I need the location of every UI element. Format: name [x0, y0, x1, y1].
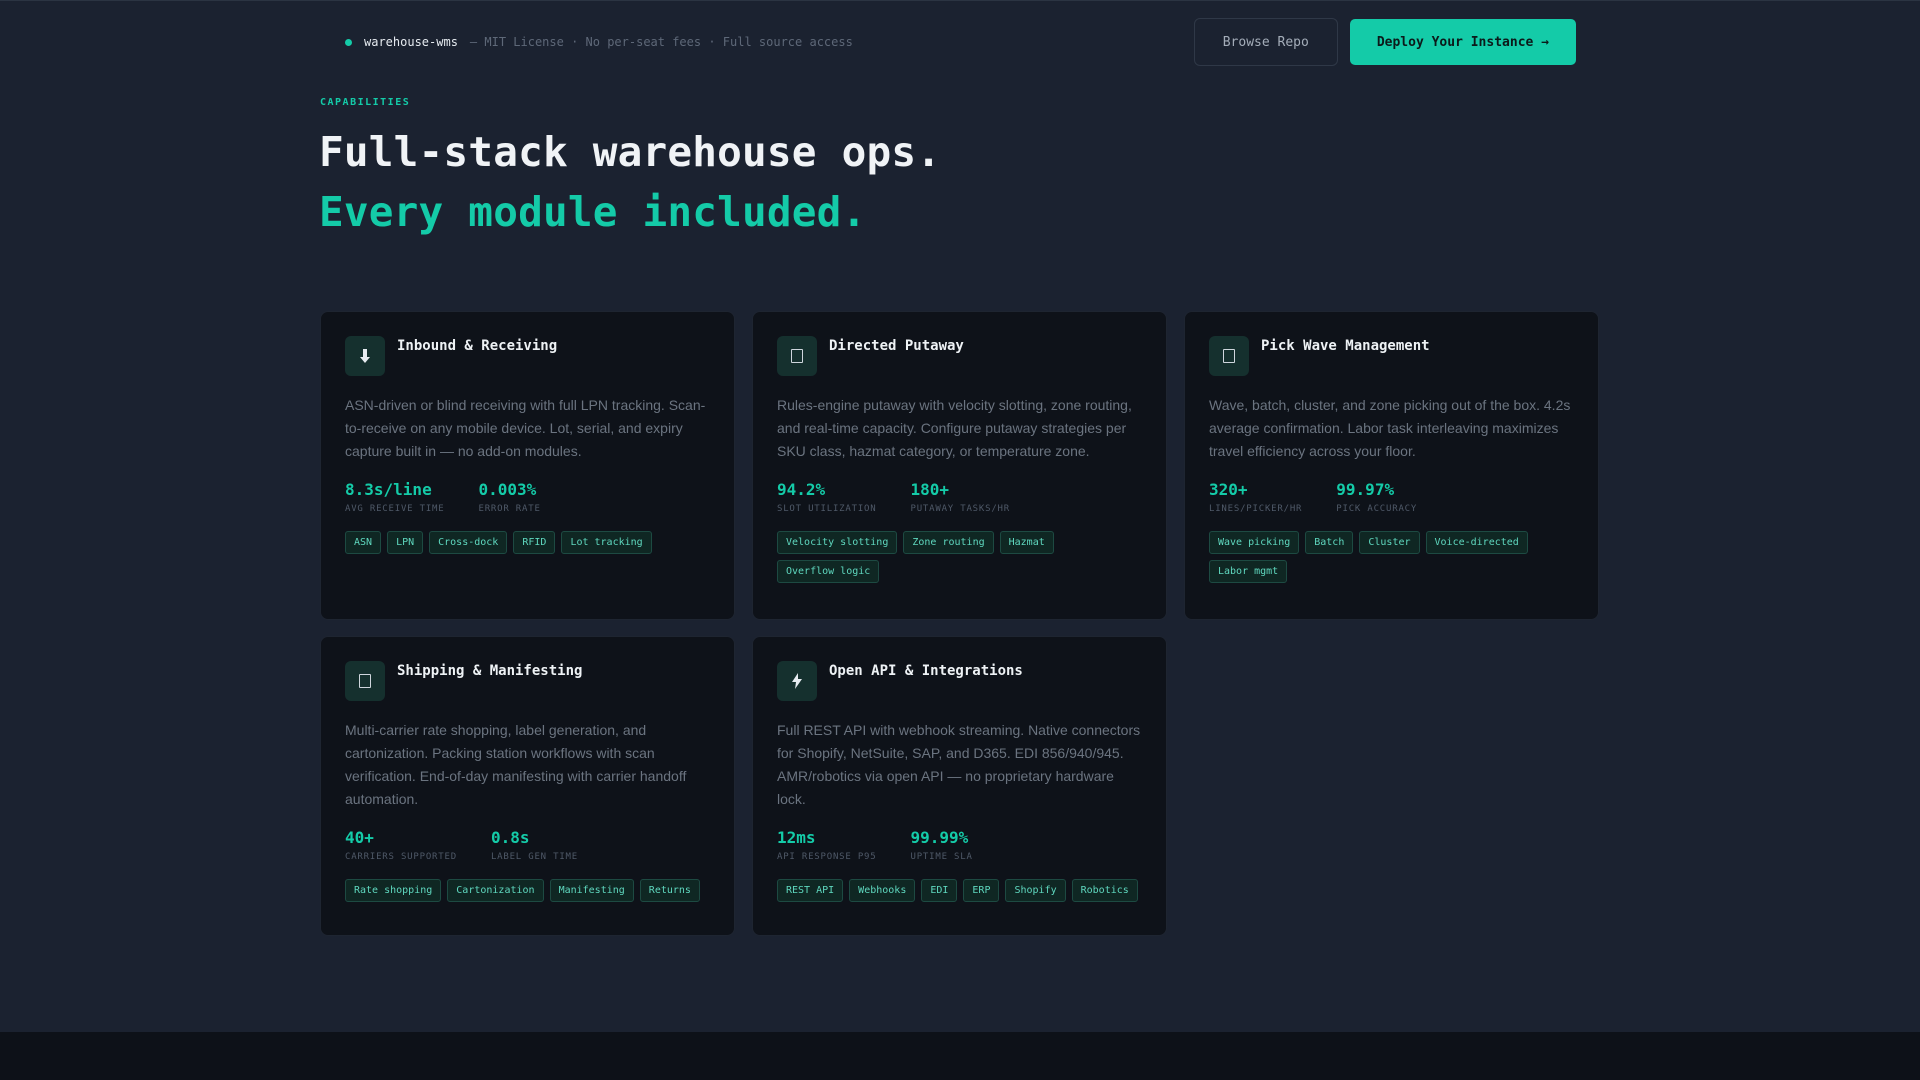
tag: Cartonization [447, 879, 544, 902]
top-bar: warehouse-wms — MIT License · No per-sea… [320, 18, 1576, 66]
card-description: Full REST API with webhook streaming. Na… [777, 722, 1141, 807]
page-subtitle: Every module included. [319, 188, 867, 236]
stat-value: 99.99% [910, 828, 969, 847]
stat-value: 40+ [345, 828, 374, 847]
stat-label: LINES/PICKER/HR [1209, 504, 1303, 514]
page-title: Full-stack warehouse ops. [319, 128, 942, 176]
stat: 0.003% ERROR RATE [479, 480, 541, 514]
tag: Robotics [1071, 879, 1138, 902]
capability-card-pick-wave: Pick Wave Management Wave, batch, cluste… [1184, 311, 1599, 620]
tag: ASN [345, 531, 382, 554]
tag: Voice-directed [1425, 531, 1528, 554]
capability-card-inbound: Inbound & Receiving ASN-driven or blind … [320, 311, 735, 620]
capability-card-shipping: Shipping & Manifesting Multi-carrier rat… [320, 636, 735, 936]
tag: EDI [921, 879, 958, 902]
box-icon [345, 661, 385, 701]
arrow-down-icon [345, 336, 385, 376]
tag: Lot tracking [561, 531, 652, 554]
header-actions: Browse Repo Deploy Your Instance → [1193, 18, 1576, 66]
stat: 40+ CARRIERS SUPPORTED [345, 828, 457, 862]
card-description: ASN-driven or blind receiving with full … [345, 397, 706, 459]
footer-band [0, 1032, 1920, 1080]
tag: RFID [513, 531, 556, 554]
browse-repo-button[interactable]: Browse Repo [1193, 18, 1338, 66]
stat: 0.8s LABEL GEN TIME [491, 828, 578, 862]
tag: LPN [387, 531, 424, 554]
stat-value: 180+ [910, 480, 950, 499]
stat-value: 0.003% [478, 480, 537, 499]
tag: ERP [963, 879, 1000, 902]
stat: 8.3s/line AVG RECEIVE TIME [345, 480, 445, 514]
tag: Returns [639, 879, 700, 902]
brand-name: warehouse-wms [364, 35, 458, 49]
stat-value: 8.3s/line [345, 480, 432, 499]
tag: Rate shopping [345, 879, 442, 902]
stat-label: PUTAWAY TASKS/HR [910, 504, 1010, 514]
deploy-instance-button[interactable]: Deploy Your Instance → [1349, 19, 1576, 65]
stat: 12ms API RESPONSE P95 [777, 828, 877, 862]
tag: REST API [777, 879, 844, 902]
stat-label: SLOT UTILIZATION [777, 504, 877, 514]
card-description: Rules-engine putaway with velocity slott… [777, 397, 1132, 459]
card-description: Multi-carrier rate shopping, label gener… [345, 722, 687, 807]
stat-label: ERROR RATE [478, 504, 541, 514]
tag: Cluster [1359, 531, 1420, 554]
card-title: Shipping & Manifesting [397, 663, 583, 679]
box-icon [777, 336, 817, 376]
stat-value: 0.8s [490, 828, 530, 847]
tag: Hazmat [999, 531, 1054, 554]
tag: Wave picking [1209, 531, 1300, 554]
tag: Velocity slotting [777, 531, 898, 554]
stat-label: PICK ACCURACY [1336, 504, 1418, 514]
tag: Batch [1305, 531, 1354, 554]
card-title: Open API & Integrations [829, 663, 1023, 679]
tag: Zone routing [903, 531, 994, 554]
card-description: Wave, batch, cluster, and zone picking o… [1209, 397, 1571, 459]
stat-label: LABEL GEN TIME [490, 852, 578, 862]
stat: 180+ PUTAWAY TASKS/HR [911, 480, 1011, 514]
tag: Webhooks [849, 879, 916, 902]
card-title: Directed Putaway [829, 338, 964, 354]
stat: 320+ LINES/PICKER/HR [1209, 480, 1302, 514]
capability-card-putaway: Directed Putaway Rules-engine putaway wi… [752, 311, 1167, 620]
tag: Manifesting [549, 879, 634, 902]
brand: warehouse-wms — MIT License · No per-sea… [345, 35, 853, 49]
stat-value: 99.97% [1336, 480, 1395, 499]
stat-label: CARRIERS SUPPORTED [345, 852, 457, 862]
stat-label: API RESPONSE P95 [777, 852, 877, 862]
stat-value: 320+ [1209, 480, 1248, 499]
lightning-icon [777, 661, 817, 701]
stat: 94.2% SLOT UTILIZATION [777, 480, 877, 514]
tag: Overflow logic [777, 560, 880, 583]
tag: Cross-dock [429, 531, 508, 554]
tag: Shopify [1005, 879, 1066, 902]
section-eyebrow: CAPABILITIES [320, 97, 411, 108]
card-title: Inbound & Receiving [397, 338, 558, 354]
stat: 99.99% UPTIME SLA [911, 828, 973, 862]
brand-meta: — MIT License · No per-seat fees · Full … [469, 35, 853, 49]
box-icon [1209, 336, 1249, 376]
stat-label: AVG RECEIVE TIME [345, 504, 445, 514]
stat-label: UPTIME SLA [910, 852, 973, 862]
stat-value: 94.2% [777, 480, 826, 499]
card-title: Pick Wave Management [1261, 338, 1430, 354]
tag: Labor mgmt [1209, 560, 1288, 583]
top-divider [0, 0, 1920, 1]
stat-value: 12ms [777, 828, 816, 847]
capability-card-api: Open API & Integrations Full REST API wi… [752, 636, 1167, 936]
status-dot-icon [345, 38, 352, 46]
stat: 99.97% PICK ACCURACY [1336, 480, 1417, 514]
